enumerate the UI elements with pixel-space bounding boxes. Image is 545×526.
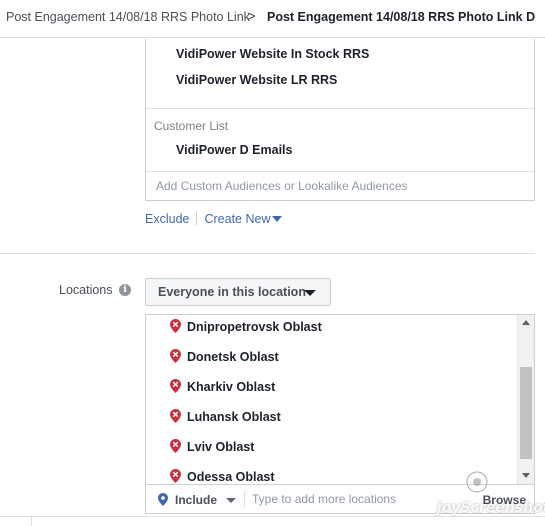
location-type-dropdown[interactable]: Everyone in this location (145, 278, 331, 306)
watermark: joyScreenshot (437, 500, 545, 516)
scroll-up-arrow-icon[interactable] (522, 320, 530, 325)
breadcrumb-ad-set[interactable]: Post Engagement 14/08/18 RRS Photo Link … (267, 10, 535, 24)
location-name: Luhansk Oblast (187, 410, 281, 424)
audience-group-label: Customer List (154, 119, 229, 133)
breadcrumb: Post Engagement 14/08/18 RRS Photo Link … (0, 0, 545, 38)
create-new-label: Create New (204, 212, 271, 226)
location-name: Dnipropetrovsk Oblast (187, 320, 322, 334)
map-pin-x-icon[interactable] (170, 409, 181, 423)
custom-audiences-box: VidiPower Website In Stock RRS VidiPower… (145, 39, 535, 201)
exclude-link[interactable]: Exclude (145, 212, 189, 226)
map-pin-x-icon[interactable] (170, 469, 181, 483)
location-list-scrollbar[interactable] (517, 315, 534, 484)
caret-down-icon (304, 290, 316, 296)
bottom-section (0, 516, 545, 526)
location-name: Lviv Oblast (187, 440, 255, 454)
location-type-value: Everyone in this location (158, 285, 306, 299)
breadcrumb-campaign[interactable]: Post Engagement 14/08/18 RRS Photo Link (6, 10, 250, 24)
caret-down-icon[interactable] (226, 498, 236, 503)
divider (146, 171, 534, 172)
caret-down-icon (272, 216, 283, 222)
location-name: Odessa Oblast (187, 470, 275, 484)
info-icon[interactable]: i (119, 284, 131, 296)
camera-logo-icon (465, 470, 489, 494)
location-list[interactable]: Dnipropetrovsk Oblast Donetsk Oblast Kha… (145, 314, 535, 484)
map-pin-icon (158, 493, 168, 506)
map-pin-x-icon[interactable] (170, 379, 181, 393)
scroll-down-arrow-icon[interactable] (522, 473, 530, 478)
custom-audience-search-input[interactable]: Add Custom Audiences or Lookalike Audien… (156, 179, 408, 193)
audience-item: VidiPower Website LR RRS (176, 73, 338, 87)
audience-item: VidiPower Website In Stock RRS (176, 47, 370, 61)
locations-label: Locations (59, 283, 113, 297)
location-name: Kharkiv Oblast (187, 380, 276, 394)
chevron-right-icon: > (247, 8, 256, 25)
map-pin-x-icon[interactable] (170, 439, 181, 453)
scrollbar-thumb[interactable] (520, 367, 532, 459)
audience-actions: Exclude Create New (145, 211, 283, 226)
map-pin-x-icon[interactable] (170, 349, 181, 363)
section-divider (0, 253, 535, 254)
audience-item: VidiPower D Emails (176, 143, 293, 157)
divider (146, 108, 534, 109)
create-new-dropdown[interactable]: Create New (204, 212, 283, 226)
include-dropdown[interactable]: Include (175, 493, 217, 507)
map-pin-x-icon[interactable] (170, 319, 181, 333)
divider (196, 211, 198, 225)
divider (244, 491, 245, 508)
location-name: Donetsk Oblast (187, 350, 279, 364)
